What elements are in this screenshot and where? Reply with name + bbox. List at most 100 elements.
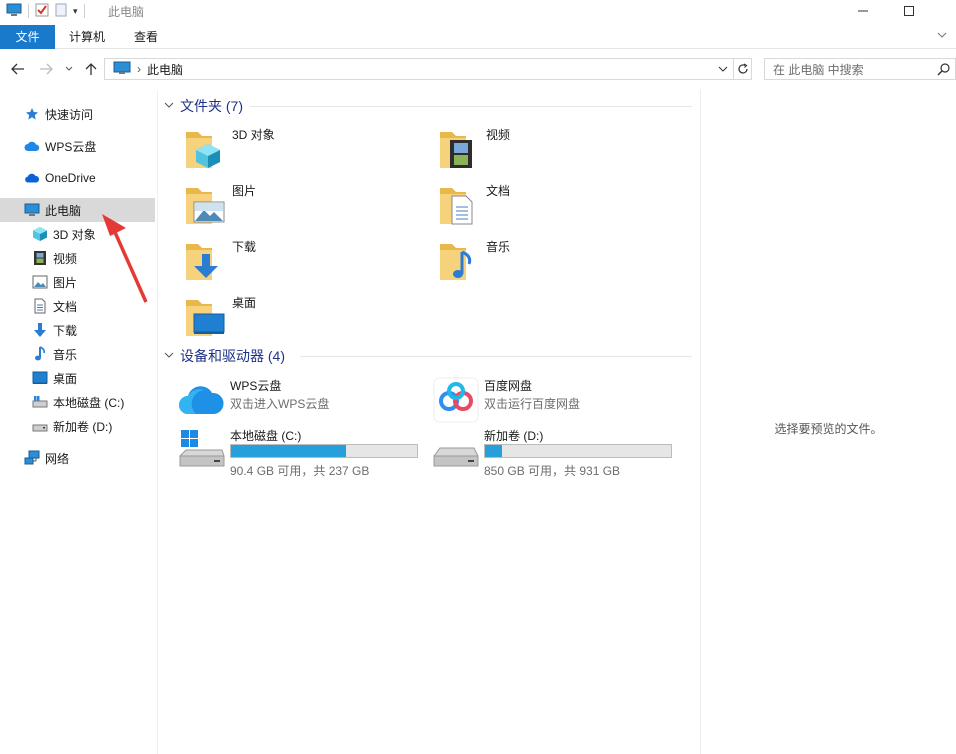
sidebar-item-desktop[interactable]: 桌面 (0, 366, 155, 390)
address-dropdown-icon[interactable] (716, 62, 730, 79)
group-divider (250, 106, 692, 107)
sidebar-item-drive-d[interactable]: 新加卷 (D:) (0, 414, 155, 438)
device-name: 百度网盘 (484, 379, 533, 393)
sidebar-item-label: 此电脑 (45, 203, 82, 218)
folder-music-icon (440, 244, 472, 280)
folder-videos[interactable]: 视频 (436, 124, 676, 176)
folder-downloads[interactable]: 下载 (182, 236, 422, 288)
address-row: › 此电脑 在 此电脑 中搜索 (0, 55, 956, 83)
sidebar-item-label: OneDrive (45, 171, 96, 185)
sidebar-item-label: 文档 (53, 299, 78, 314)
folder-desktop[interactable]: 桌面 (182, 292, 422, 344)
sidebar-item-label: 3D 对象 (53, 227, 96, 242)
folders-group-header[interactable]: 文件夹 (7) (164, 96, 243, 116)
document-icon (32, 298, 48, 314)
computer-icon[interactable] (6, 3, 22, 20)
folder-pictures[interactable]: 图片 (182, 180, 422, 232)
folder-3d-icon (186, 132, 220, 168)
tab-computer[interactable]: 计算机 (58, 25, 116, 49)
maximize-button[interactable] (886, 0, 932, 22)
onedrive-icon (24, 170, 40, 186)
folder-label: 桌面 (232, 296, 257, 310)
sidebar-item-onedrive[interactable]: OneDrive (0, 166, 155, 190)
sidebar-item-network[interactable]: 网络 (0, 446, 155, 470)
forward-button[interactable] (36, 59, 56, 79)
download-icon (32, 322, 48, 338)
preview-pane: 选择要预览的文件。 (701, 90, 956, 754)
drive-free-space: 90.4 GB 可用，共 237 GB (230, 464, 370, 478)
chevron-down-icon[interactable] (164, 351, 176, 362)
address-bar[interactable]: › 此电脑 (104, 58, 734, 80)
refresh-button[interactable] (734, 58, 752, 80)
sidebar-item-quick-access[interactable]: 快速访问 (0, 102, 155, 126)
device-baidu-netdisk[interactable]: 百度网盘 双击运行百度网盘 (432, 376, 682, 424)
sidebar-item-music[interactable]: 音乐 (0, 342, 155, 366)
content-pane: 文件夹 (7) 3D 对象 视频 图片 文档 下载 音乐 桌面 设备和驱动器 (… (158, 90, 700, 754)
folder-desktop-icon (186, 300, 225, 336)
folder-label: 3D 对象 (232, 128, 275, 142)
device-description: 双击运行百度网盘 (484, 397, 581, 411)
back-button[interactable] (8, 59, 28, 79)
device-wps-cloud[interactable]: WPS云盘 双击进入WPS云盘 (178, 376, 428, 424)
devices-group-header[interactable]: 设备和驱动器 (4) (164, 346, 285, 366)
drive-icon (433, 447, 479, 467)
sidebar-item-label: 本地磁盘 (C:) (53, 395, 125, 410)
chevron-down-icon[interactable] (164, 101, 176, 112)
wps-cloud-icon (179, 386, 224, 414)
recent-locations-button[interactable] (62, 59, 76, 79)
new-folder-icon[interactable] (55, 3, 67, 20)
expand-ribbon-icon[interactable] (936, 29, 948, 44)
sidebar-item-label: 桌面 (53, 371, 78, 386)
properties-icon[interactable] (35, 3, 49, 20)
folder-music[interactable]: 音乐 (436, 236, 676, 288)
group-title: 文件夹 (7) (180, 98, 243, 114)
folder-label: 音乐 (486, 240, 511, 254)
minimize-button[interactable] (840, 0, 886, 22)
sidebar-item-label: 网络 (45, 451, 70, 466)
title-bar: ▾ 此电脑 (0, 0, 956, 22)
red-arrow-annotation (102, 214, 148, 303)
device-name: 本地磁盘 (C:) (230, 429, 302, 443)
folder-picture-icon (186, 188, 225, 224)
ribbon-tabs: 文件 计算机 查看 (0, 25, 956, 49)
picture-icon (32, 274, 48, 290)
cloud-icon (24, 138, 40, 154)
sidebar-item-label: 图片 (53, 275, 78, 290)
folder-documents[interactable]: 文档 (436, 180, 676, 232)
sidebar-item-label: 快速访问 (45, 107, 94, 122)
qat-dropdown-icon[interactable]: ▾ (73, 6, 78, 17)
sidebar-item-label: 下载 (53, 323, 78, 338)
network-icon (24, 450, 40, 466)
search-placeholder: 在 此电脑 中搜索 (773, 62, 864, 77)
baidu-netdisk-icon (433, 377, 479, 423)
star-icon (24, 106, 40, 122)
tab-file[interactable]: 文件 (0, 25, 55, 49)
sidebar-item-wps-cloud[interactable]: WPS云盘 (0, 134, 155, 158)
sidebar-item-downloads[interactable]: 下载 (0, 318, 155, 342)
drive-c[interactable]: 本地磁盘 (C:) 90.4 GB 可用，共 237 GB (178, 426, 428, 478)
drive-icon (32, 394, 48, 410)
preview-message: 选择要预览的文件。 (774, 422, 883, 436)
breadcrumb[interactable]: 此电脑 (147, 61, 183, 78)
music-icon (32, 346, 48, 362)
drive-d[interactable]: 新加卷 (D:) 850 GB 可用，共 931 GB (432, 426, 682, 478)
drive-usage-fill (485, 445, 502, 457)
search-icon[interactable] (937, 62, 951, 79)
group-divider (300, 356, 692, 357)
folder-label: 视频 (486, 128, 511, 142)
folder-label: 图片 (232, 184, 257, 198)
sidebar-item-label: WPS云盘 (45, 139, 97, 154)
navigation-pane: 快速访问 WPS云盘 OneDrive 此电脑 3D 对象 视频 图片 文档 下… (0, 90, 157, 754)
breadcrumb-separator-icon[interactable]: › (137, 62, 141, 76)
sidebar-item-drive-c[interactable]: 本地磁盘 (C:) (0, 390, 155, 414)
device-name: 新加卷 (D:) (484, 429, 544, 443)
up-button[interactable] (82, 59, 100, 79)
drive-usage-bar (484, 444, 672, 458)
device-description: 双击进入WPS云盘 (230, 397, 330, 411)
drive-usage-bar (230, 444, 418, 458)
folder-3d-objects[interactable]: 3D 对象 (182, 124, 422, 176)
quick-access-toolbar: ▾ (6, 2, 85, 20)
tab-view[interactable]: 查看 (118, 25, 174, 49)
group-title: 设备和驱动器 (4) (180, 348, 285, 364)
search-input[interactable]: 在 此电脑 中搜索 (764, 58, 956, 80)
